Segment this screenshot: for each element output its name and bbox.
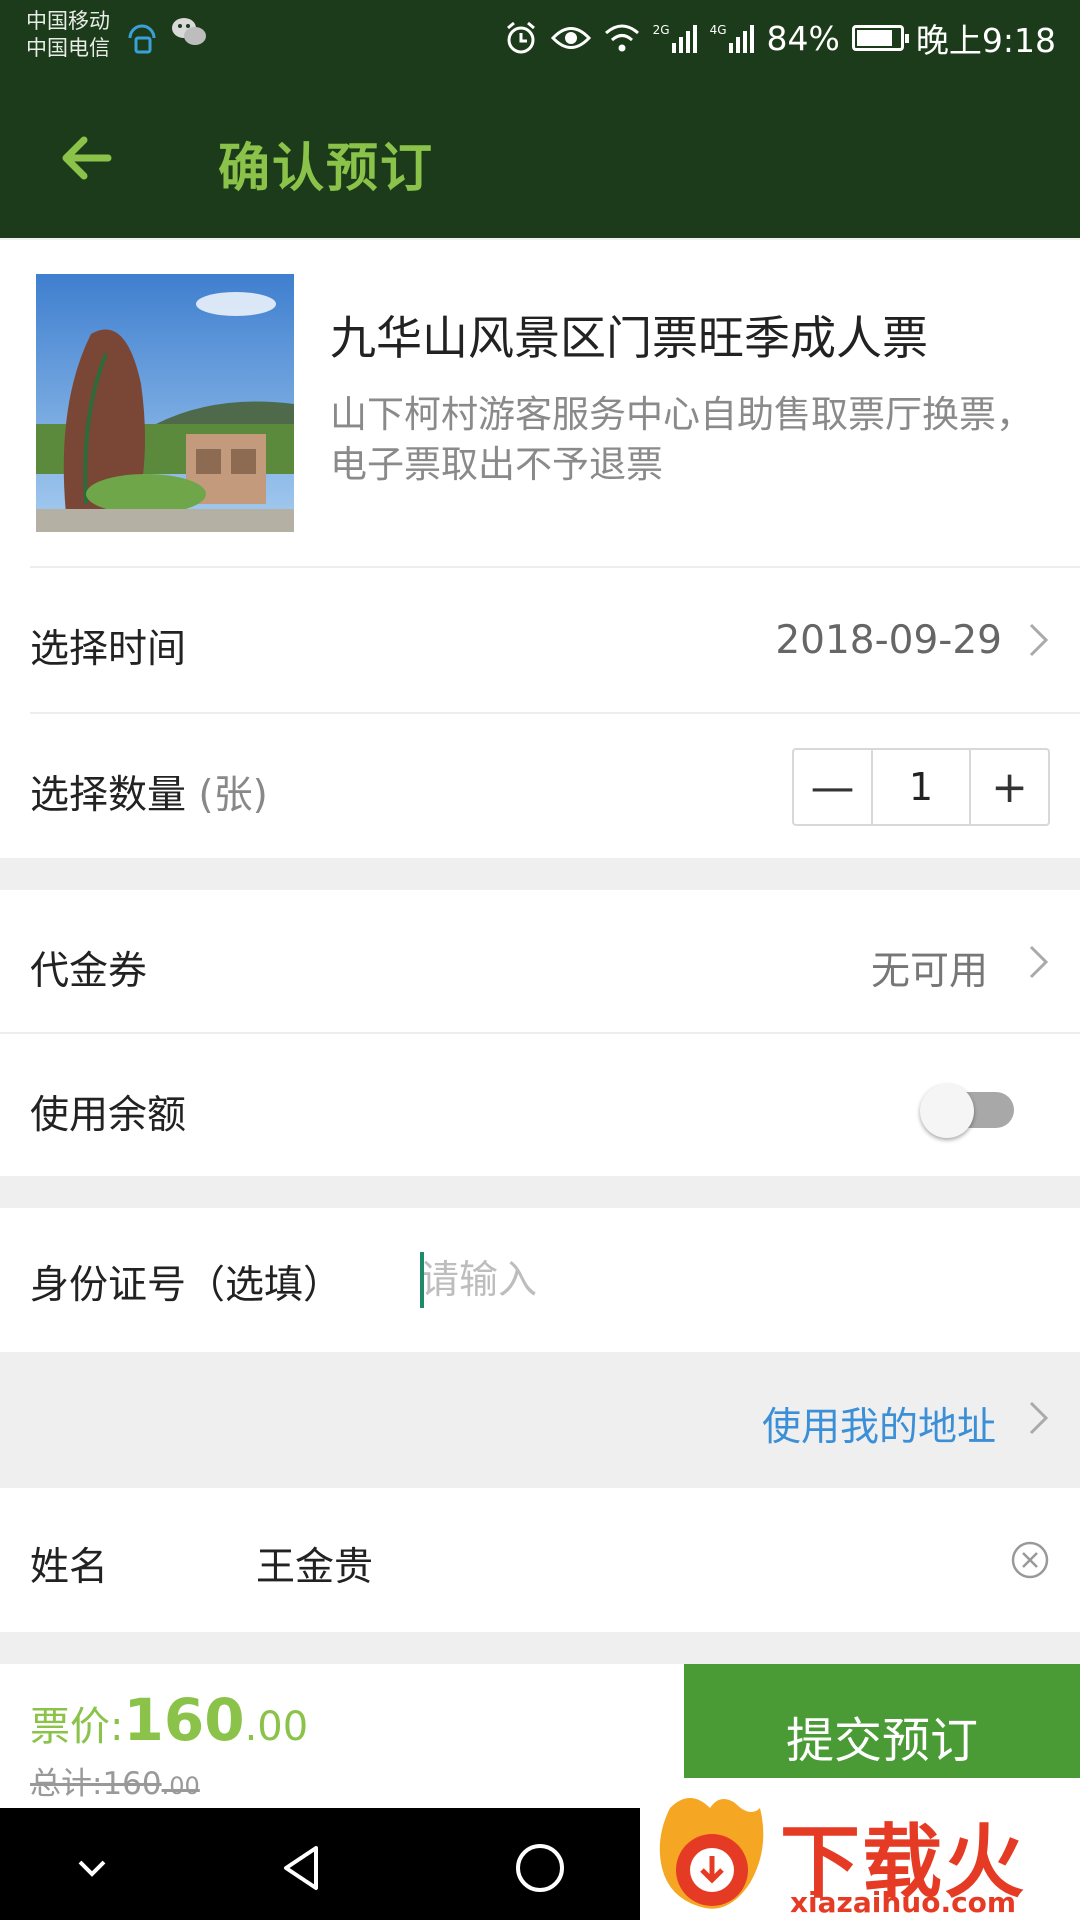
quantity-label: 选择数量 (张) (30, 773, 268, 818)
balance-label: 使用余额 (30, 1093, 187, 1138)
battery-fill (856, 30, 893, 46)
product-description: 山下柯村游客服务中心自助售取票厅换票，电子票取出不予退票 (330, 393, 1033, 486)
date-value: 2018-09-29 (775, 618, 1002, 663)
carrier-2: 中国电信 (26, 36, 110, 60)
date-row[interactable]: 选择时间 2018-09-29 (0, 568, 1080, 712)
text-cursor (420, 1252, 424, 1308)
date-label: 选择时间 (30, 627, 187, 672)
name-label: 姓名 (30, 1545, 109, 1590)
chevron-right-icon (1029, 1401, 1049, 1435)
product-image (36, 274, 294, 532)
total-price: 总计:160.00 (30, 1766, 200, 1802)
chevron-down-icon[interactable] (62, 1838, 122, 1898)
voucher-label: 代金券 (30, 949, 148, 994)
headset-notification-icon (128, 24, 156, 54)
watermark: 下载火 xiazaihuo.com (640, 1778, 1080, 1920)
watermark-url: xiazaihuo.com (790, 1886, 1017, 1919)
name-card (0, 1488, 1080, 1632)
id-label: 身份证号（选填） (30, 1263, 343, 1308)
clear-icon[interactable] (1010, 1540, 1050, 1580)
battery-icon (851, 25, 909, 51)
arrow-left-icon[interactable] (56, 128, 116, 188)
carrier-info: 中国移动 中国电信 (26, 8, 110, 62)
divider (0, 1032, 1080, 1034)
increment-button[interactable]: + (971, 750, 1048, 824)
use-my-address-row[interactable]: 使用我的地址 (0, 1352, 1080, 1486)
back-triangle-icon[interactable] (272, 1838, 332, 1898)
eye-icon (550, 27, 591, 49)
voucher-row[interactable]: 代金券 无可用 (0, 890, 1080, 1032)
carrier-1: 中国移动 (26, 9, 110, 33)
home-circle-icon[interactable] (510, 1838, 570, 1898)
name-value[interactable]: 王金贵 (256, 1536, 373, 1592)
status-bar: 中国移动 中国电信 2G 4G 84% 晚上9:18 (0, 0, 1080, 78)
decrement-button[interactable]: — (794, 750, 871, 824)
signal-2g-icon: 2G (653, 23, 698, 53)
id-number-input[interactable] (420, 1250, 1020, 1310)
flame-logo-icon (659, 1798, 764, 1909)
chevron-right-icon (1029, 623, 1049, 657)
battery-percent: 84% (766, 18, 840, 58)
voucher-value: 无可用 (870, 949, 988, 994)
toggle-knob (920, 1084, 974, 1138)
clock: 晚上9:18 (915, 21, 1056, 60)
app-bar: 确认预订 (0, 78, 1080, 238)
signal-4g-icon: 4G (710, 23, 755, 53)
divider (30, 712, 1080, 714)
use-balance-toggle[interactable] (920, 1084, 1016, 1138)
page-title: 确认预订 (218, 139, 435, 199)
wifi-icon (604, 24, 639, 52)
use-my-address-link[interactable]: 使用我的地址 (762, 1396, 996, 1452)
quantity-stepper[interactable]: — 1 + (792, 748, 1050, 826)
product-title: 九华山风景区门票旺季成人票 (330, 311, 928, 365)
chevron-right-icon (1029, 945, 1049, 979)
quantity-value[interactable]: 1 (871, 750, 971, 824)
ticket-price: 票价:160.00 (30, 1686, 309, 1754)
alarm-icon (506, 21, 535, 54)
wechat-icon (172, 18, 206, 45)
